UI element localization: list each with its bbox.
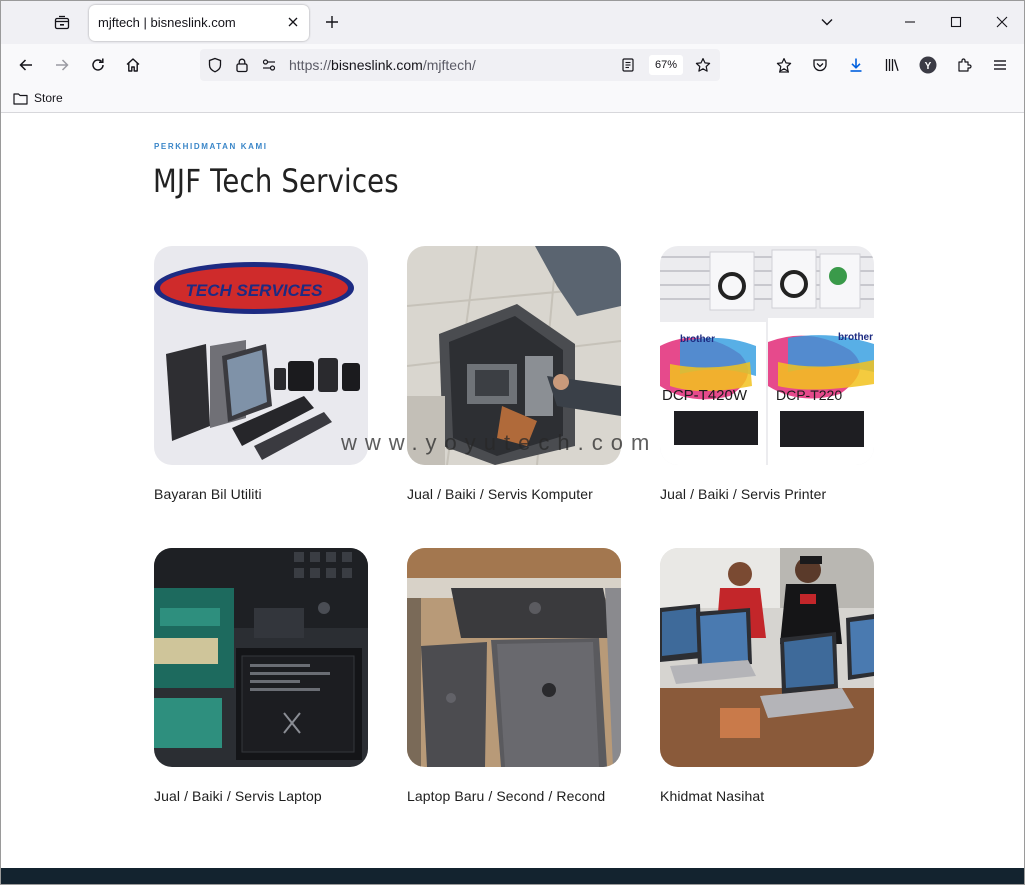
service-title[interactable]: Khidmat Nasihat xyxy=(660,788,764,804)
page-title: MJF Tech Services xyxy=(153,162,399,200)
service-title[interactable]: Jual / Baiki / Servis Printer xyxy=(660,486,826,502)
tab-list-icon xyxy=(54,15,70,30)
bookmark-store[interactable]: Store xyxy=(13,91,63,105)
navigation-toolbar: https://bisneslink.com/mjftech/ 67% Y xyxy=(1,44,1024,86)
maximize-button[interactable] xyxy=(943,9,969,35)
save-to-collection-button[interactable] xyxy=(773,54,795,76)
service-card-laptop-sales[interactable]: Laptop Baru / Second / Recond xyxy=(407,548,621,804)
window-close-button[interactable] xyxy=(989,9,1015,35)
service-title[interactable]: Bayaran Bil Utiliti xyxy=(154,486,262,502)
back-icon xyxy=(19,59,32,71)
close-icon xyxy=(996,16,1008,28)
active-tab[interactable]: mjftech | bisneslink.com xyxy=(89,5,309,41)
reader-view-icon xyxy=(622,58,634,72)
minimize-button[interactable] xyxy=(897,9,923,35)
service-image-utility-bills: TECH SERVICES xyxy=(154,246,368,465)
service-card-consultation[interactable]: Khidmat Nasihat xyxy=(660,548,874,804)
back-button[interactable] xyxy=(14,53,38,77)
url-scheme: https:// xyxy=(289,57,332,73)
folder-icon xyxy=(13,92,28,105)
pocket-button[interactable] xyxy=(809,54,831,76)
service-card-laptop[interactable]: Jual / Baiki / Servis Laptop xyxy=(154,548,368,804)
new-tab-button[interactable] xyxy=(321,11,343,33)
menu-icon xyxy=(994,60,1006,70)
address-bar[interactable]: https://bisneslink.com/mjftech/ 67% xyxy=(200,49,720,81)
service-image-printer: brother DCP-T420W brother DCP-T220 xyxy=(660,246,874,465)
service-image-laptop-sales xyxy=(407,548,621,767)
home-button[interactable] xyxy=(121,53,145,77)
service-title[interactable]: Laptop Baru / Second / Recond xyxy=(407,788,605,804)
browser-window: mjftech | bisneslink.com https://bisnesl… xyxy=(0,0,1025,885)
zoom-reset-button[interactable]: 67% xyxy=(649,55,683,75)
permissions-button[interactable] xyxy=(261,57,277,73)
reload-button[interactable] xyxy=(86,53,110,77)
chevron-down-icon xyxy=(821,19,833,26)
download-icon xyxy=(850,58,862,72)
bookmark-label: Store xyxy=(34,91,63,105)
save-to-collection-icon xyxy=(776,58,792,73)
close-icon xyxy=(288,17,298,27)
downloads-button[interactable] xyxy=(845,54,867,76)
tab-strip: mjftech | bisneslink.com xyxy=(1,1,1024,44)
svg-text:Y: Y xyxy=(925,61,932,72)
site-security-button[interactable] xyxy=(234,57,250,73)
plus-icon xyxy=(326,16,338,28)
printer-box-right-model: DCP-T220 xyxy=(776,387,842,403)
maximize-icon xyxy=(950,16,962,28)
shield-icon xyxy=(208,57,222,73)
section-eyebrow: PERKHIDMATAN KAMI xyxy=(154,142,268,151)
url-path: /mjftech/ xyxy=(422,57,476,73)
printer-box-left-model: DCP-T420W xyxy=(662,387,748,404)
url-text[interactable]: https://bisneslink.com/mjftech/ xyxy=(289,57,476,73)
tab-close-button[interactable] xyxy=(285,14,301,30)
service-title[interactable]: Jual / Baiki / Servis Komputer xyxy=(407,486,593,502)
library-button[interactable] xyxy=(881,54,903,76)
service-title[interactable]: Jual / Baiki / Servis Laptop xyxy=(154,788,322,804)
logo-text: TECH SERVICES xyxy=(186,281,324,300)
list-all-tabs-button[interactable] xyxy=(816,11,838,33)
application-menu-button[interactable] xyxy=(989,54,1011,76)
account-icon: Y xyxy=(919,56,937,74)
permissions-icon xyxy=(262,59,276,71)
printer-brand-right: brother xyxy=(838,332,873,343)
reader-view-button[interactable] xyxy=(620,57,636,73)
star-icon xyxy=(695,58,711,72)
home-icon xyxy=(126,58,140,72)
firefox-view-button[interactable] xyxy=(49,10,75,36)
pocket-icon xyxy=(813,59,827,72)
forward-button[interactable] xyxy=(50,53,74,77)
page-content: PERKHIDMATAN KAMI MJF Tech Services TECH… xyxy=(1,114,1024,884)
account-button[interactable]: Y xyxy=(917,54,939,76)
watermark-text: www.yoyutech.com xyxy=(341,430,658,455)
tracking-protection-button[interactable] xyxy=(207,57,223,73)
lock-icon xyxy=(236,58,248,73)
footer xyxy=(1,868,1024,884)
reload-icon xyxy=(92,58,104,71)
service-image-consultation xyxy=(660,548,874,767)
tab-title: mjftech | bisneslink.com xyxy=(98,15,236,30)
minimize-icon xyxy=(905,21,915,23)
service-card-printer[interactable]: brother DCP-T420W brother DCP-T220 Jual … xyxy=(660,246,874,502)
library-icon xyxy=(885,59,899,71)
bookmark-star-button[interactable] xyxy=(695,57,711,73)
extensions-icon xyxy=(958,58,972,72)
printer-brand-left: brother xyxy=(680,334,715,345)
bookmarks-toolbar: Store xyxy=(1,86,1024,113)
service-card-utility-bills[interactable]: TECH SERVICES Bayaran Bil Utiliti xyxy=(154,246,368,502)
url-host: bisneslink.com xyxy=(331,57,423,73)
extensions-button[interactable] xyxy=(953,54,975,76)
forward-icon xyxy=(56,59,69,71)
service-image-laptop xyxy=(154,548,368,767)
